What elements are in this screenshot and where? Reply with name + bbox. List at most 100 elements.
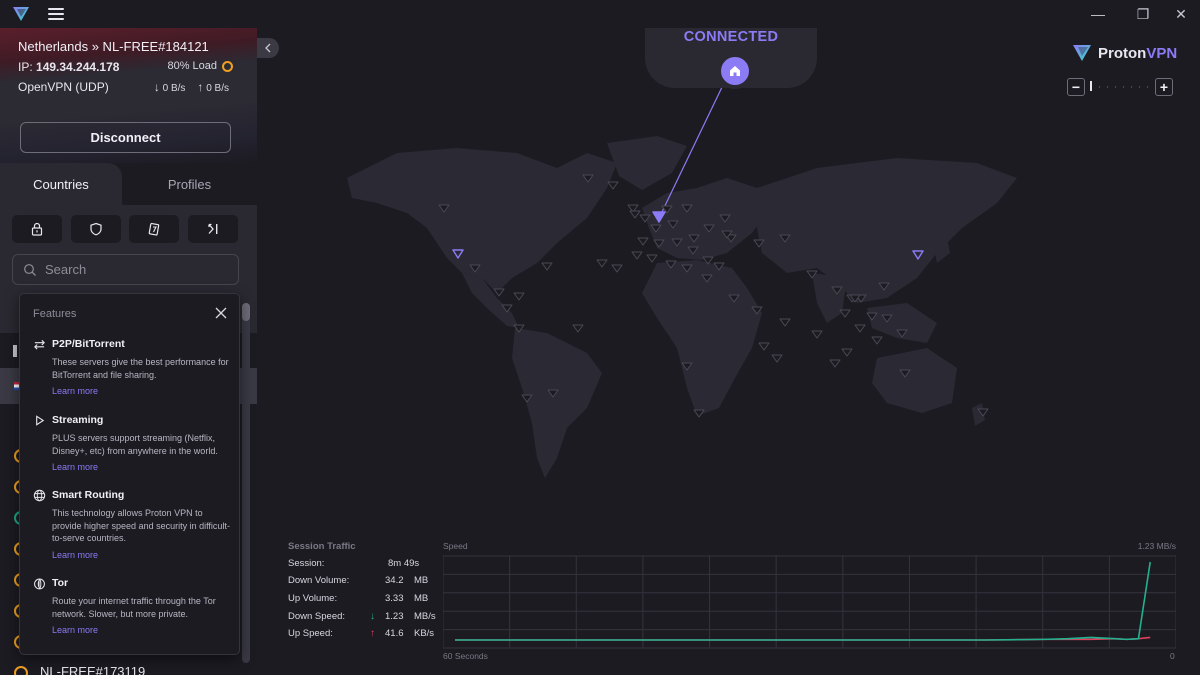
server-marker[interactable]	[541, 262, 553, 271]
chevron-left-icon	[265, 43, 271, 53]
menu-button[interactable]	[48, 6, 64, 22]
server-marker[interactable]	[646, 254, 658, 263]
server-marker[interactable]	[493, 288, 505, 297]
learn-more-link[interactable]: Learn more	[52, 550, 98, 560]
feature-smart-routing: Smart Routing This technology allows Pro…	[33, 487, 233, 563]
feature-description: Route your internet traffic through the …	[52, 596, 216, 619]
tor-arrow-icon	[208, 223, 218, 234]
globe-icon	[33, 489, 46, 501]
upload-speed: ↑ 0 B/s	[197, 80, 229, 94]
features-popup-title: Features	[33, 308, 77, 320]
server-marker[interactable]	[629, 210, 641, 219]
play-icon	[36, 414, 45, 426]
speed-chart	[443, 555, 1176, 649]
minimize-button[interactable]: —	[1086, 4, 1110, 24]
plus-card-icon	[148, 222, 160, 236]
list-item-server[interactable]: NL-FREE#173119	[40, 664, 145, 675]
session-traffic-title: Session Traffic	[288, 541, 356, 552]
features-popup: Features P2P/BitTorrent These servers gi…	[19, 293, 240, 655]
lock-icon	[31, 222, 43, 236]
feature-p2p: P2P/BitTorrent These servers give the be…	[33, 336, 233, 399]
learn-more-link[interactable]: Learn more	[52, 462, 98, 472]
tab-profiles[interactable]: Profiles	[122, 163, 257, 205]
traffic-row: Up Speed: ↑ 41.6 KB/s	[288, 628, 438, 642]
restore-button[interactable]: ❐	[1131, 4, 1155, 24]
title-bar: — ❐ ✕	[0, 0, 1200, 28]
home-location-button[interactable]	[717, 53, 753, 89]
server-load-ring-icon	[14, 666, 28, 675]
filter-plus-button[interactable]	[129, 215, 179, 243]
zoom-out-button[interactable]: −	[1067, 78, 1085, 96]
server-marker[interactable]	[871, 336, 883, 345]
server-marker[interactable]	[637, 237, 649, 246]
proton-vpn-logo-icon	[1073, 45, 1091, 61]
server-marker[interactable]	[631, 251, 643, 260]
feature-title: Tor	[52, 577, 69, 589]
traffic-value: 34.2	[385, 575, 404, 586]
traffic-row: Down Volume: 34.2 MB	[288, 575, 438, 589]
traffic-unit: MB	[414, 593, 429, 604]
scrollbar-thumb[interactable]	[242, 303, 250, 321]
zoom-slider-handle[interactable]	[1090, 81, 1092, 91]
load-ring-icon	[222, 60, 233, 72]
traffic-label: Up Volume:	[288, 593, 338, 604]
server-marker[interactable]	[758, 342, 770, 351]
server-marker[interactable]	[607, 181, 619, 190]
filter-tor-button[interactable]	[188, 215, 238, 243]
collapse-sidebar-button[interactable]	[257, 38, 279, 58]
server-marker[interactable]	[854, 324, 866, 333]
brand-vpn: VPN	[1146, 44, 1178, 62]
upload-speed-value: 0 B/s	[206, 83, 229, 94]
download-speed-value: 0 B/s	[162, 83, 186, 94]
server-marker[interactable]	[572, 324, 584, 333]
filter-netshield-button[interactable]	[71, 215, 121, 243]
traffic-unit: MB/s	[414, 611, 436, 622]
australia	[872, 348, 957, 413]
traffic-label: Down Volume:	[288, 575, 350, 586]
tor-onion-icon	[34, 578, 45, 589]
list-collapse-marker	[13, 345, 17, 357]
search-box	[12, 254, 239, 285]
server-marker[interactable]	[829, 359, 841, 368]
learn-more-link[interactable]: Learn more	[52, 625, 98, 635]
disconnect-button[interactable]: Disconnect	[20, 122, 231, 153]
server-marker[interactable]	[513, 292, 525, 301]
zoom-slider-track[interactable]	[1091, 86, 1157, 88]
connection-card: Netherlands » NL-FREE#184121 IP: 149.34.…	[0, 28, 257, 163]
connection-server-title: Netherlands » NL-FREE#184121	[18, 39, 209, 54]
feature-tor: Tor Route your internet traffic through …	[33, 575, 233, 638]
server-marker[interactable]	[771, 354, 783, 363]
feature-streaming: Streaming PLUS servers support streaming…	[33, 412, 233, 475]
close-window-button[interactable]: ✕	[1169, 4, 1193, 24]
server-marker[interactable]	[811, 330, 823, 339]
traffic-label: Up Speed:	[288, 628, 333, 639]
server-marker[interactable]	[611, 264, 623, 273]
server-list-scrollbar[interactable]	[242, 303, 250, 663]
search-input[interactable]	[45, 262, 215, 277]
filter-secure-core-button[interactable]	[12, 215, 62, 243]
p2p-icon	[34, 339, 45, 350]
feature-title: P2P/BitTorrent	[52, 338, 125, 350]
feature-p2p-header: P2P/BitTorrent	[33, 336, 233, 352]
server-marker[interactable]	[841, 348, 853, 357]
server-marker[interactable]	[779, 318, 791, 327]
traffic-value: 8m 49s	[388, 558, 420, 569]
server-marker[interactable]	[596, 259, 608, 268]
zoom-in-button[interactable]: +	[1155, 78, 1173, 96]
africa	[642, 260, 762, 416]
tab-countries[interactable]: Countries	[0, 163, 122, 205]
close-icon[interactable]	[213, 305, 229, 321]
north-america	[347, 148, 617, 293]
traffic-label: Down Speed:	[288, 611, 346, 622]
connection-status: CONNECTED	[683, 29, 779, 45]
connection-speed: ↓ 0 B/s ↑ 0 B/s	[154, 80, 229, 94]
feature-title: Streaming	[52, 414, 104, 426]
sidebar-tabs: Countries Profiles	[0, 163, 257, 205]
traffic-row: Down Speed: ↓ 1.23 MB/s	[288, 611, 438, 625]
server-marker[interactable]	[839, 309, 851, 318]
proton-logo-icon	[13, 7, 29, 21]
world-map[interactable]	[257, 28, 1200, 538]
learn-more-link[interactable]: Learn more	[52, 386, 98, 396]
traffic-value: 1.23	[385, 611, 404, 622]
proton-vpn-app: — ❐ ✕ Netherlands » NL-FREE#184121 IP: 1…	[0, 0, 1200, 675]
